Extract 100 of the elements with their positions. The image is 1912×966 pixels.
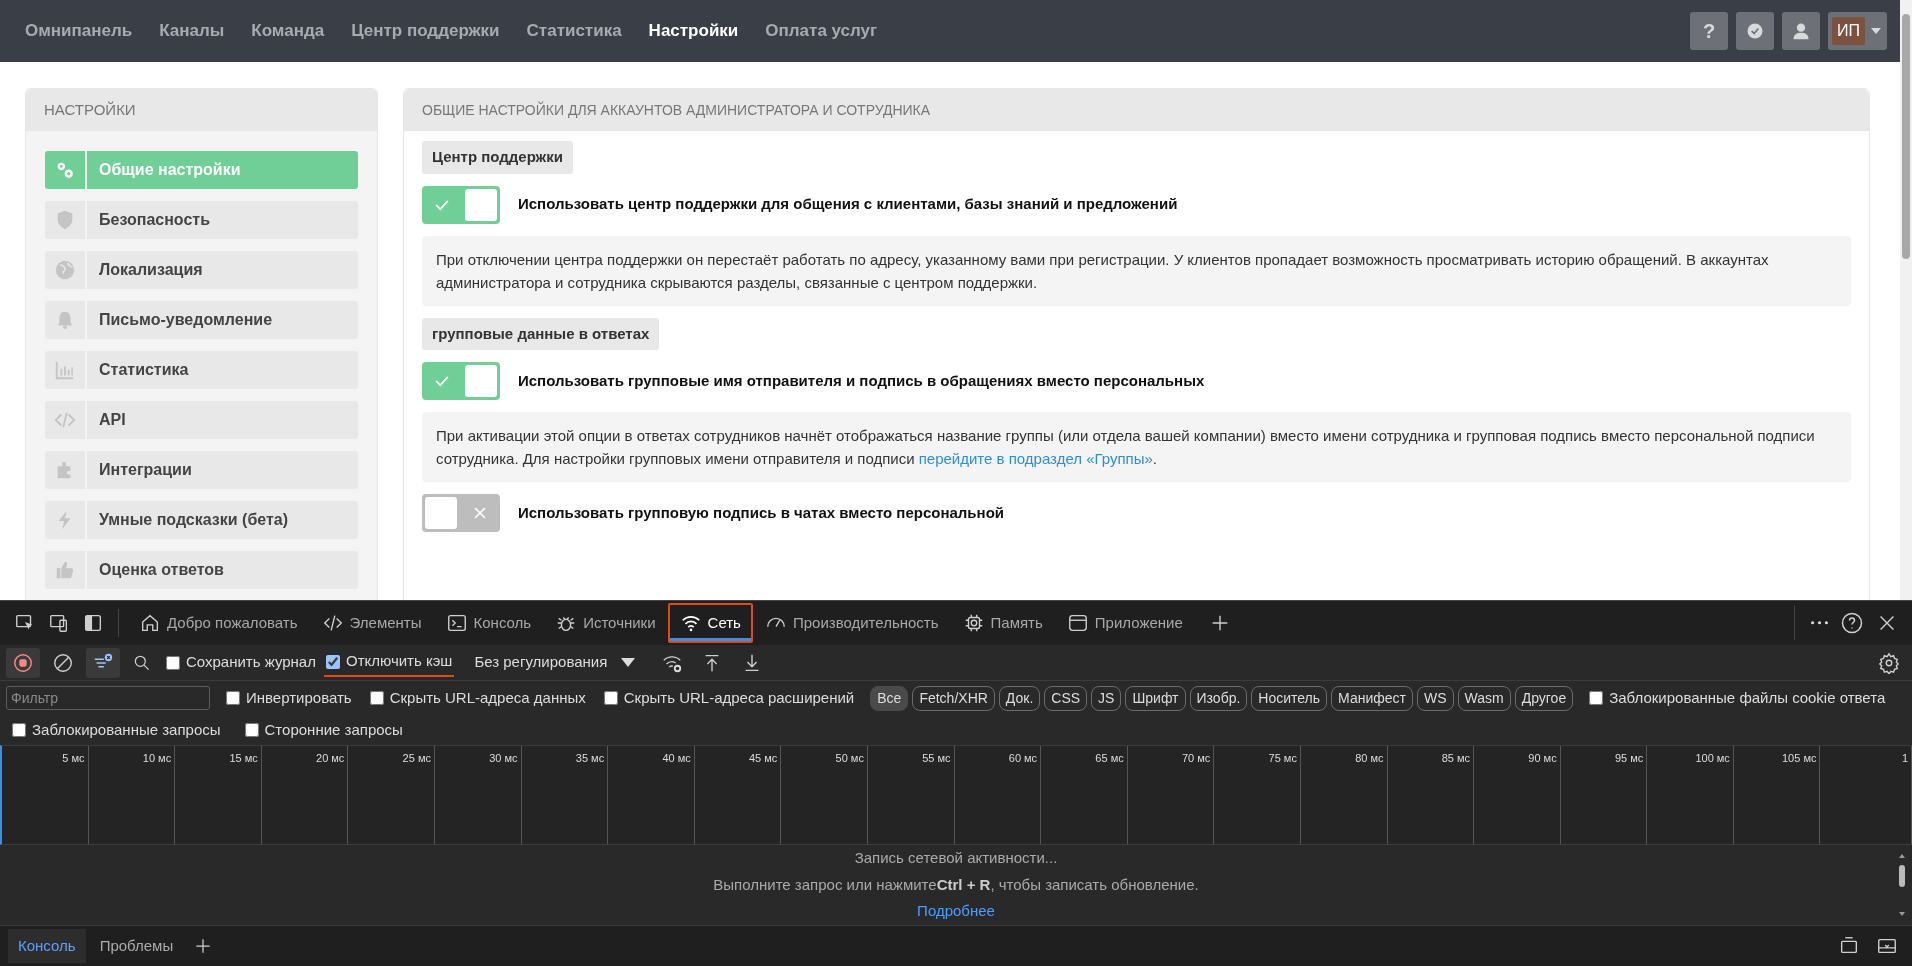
devtools-tab[interactable]: Сеть <box>667 603 753 643</box>
tick-label: 55 мс <box>922 751 951 766</box>
user-icon <box>1791 21 1811 41</box>
devtools-tab[interactable]: Память <box>950 603 1055 643</box>
tick-label: 50 мс <box>835 751 864 766</box>
help-icon <box>1840 611 1864 635</box>
type-filter[interactable]: Изобр. <box>1189 685 1248 711</box>
nav-link[interactable]: Каналы <box>159 18 225 44</box>
checkbox[interactable] <box>12 723 26 737</box>
checkbox[interactable] <box>226 691 240 705</box>
type-filter[interactable]: WS <box>1416 685 1454 711</box>
checkbox[interactable] <box>1589 691 1604 705</box>
tick-label: 45 мс <box>749 751 778 766</box>
checkbox[interactable] <box>325 654 340 669</box>
checkbox[interactable] <box>166 655 180 670</box>
type-filter[interactable]: CSS <box>1044 685 1088 711</box>
toggle-label: Использовать групповые имя отправителя и подпись в обращениях вместо персональных <box>518 370 1205 391</box>
more-icon <box>1811 621 1828 625</box>
section-label: Центр поддержки <box>422 141 573 174</box>
nav-link[interactable]: Статистика <box>526 18 622 44</box>
type-filter[interactable]: Носитель <box>1251 685 1328 711</box>
tick-label: 40 мс <box>662 751 691 766</box>
caret-icon <box>621 658 636 667</box>
devtools-tab[interactable]: Источники <box>543 603 668 643</box>
devtools-tab[interactable]: Добро пожаловать <box>127 603 310 643</box>
section-label: групповые данные в ответах <box>422 317 660 350</box>
profile-button[interactable] <box>1782 12 1820 50</box>
panel-title: ОБЩИЕ НАСТРОЙКИ ДЛЯ АККАУНТОВ АДМИНИСТРАТОРА И СОТРУДНИКА <box>404 89 1869 131</box>
scrollbar[interactable] <box>1900 0 1912 600</box>
type-filter[interactable]: Fetch/XHR <box>912 685 995 711</box>
checkbox[interactable] <box>244 723 259 737</box>
checkbox-label: Сторонние запросы <box>264 719 403 740</box>
filter-toggle-button[interactable] <box>86 647 120 678</box>
throttling-dropdown[interactable]: Без регулирования <box>468 647 642 678</box>
type-filter[interactable]: Другое <box>1514 685 1574 711</box>
nav-link[interactable]: Омнипанель <box>25 18 133 44</box>
tick-label: 10 мс <box>142 751 172 766</box>
toggle-switch[interactable] <box>422 494 500 532</box>
nav-link[interactable]: Центр поддержки <box>351 18 500 44</box>
checkbox-label: Скрыть URL-адреса данных <box>389 687 586 708</box>
hint-text: Выполните запрос или нажмитеCtrl + R, чтобы записать обновление. <box>713 874 1199 895</box>
toggle-switch[interactable] <box>422 185 500 224</box>
tick-label: 95 мс <box>1614 751 1644 766</box>
nav-link[interactable]: Оплата услуг <box>765 18 878 44</box>
verified-button[interactable] <box>1736 12 1774 50</box>
toggle-label: Использовать центр поддержки для общения с клиентами, базы знаний и предложений <box>518 194 1178 215</box>
console-icon <box>445 612 468 634</box>
record-icon <box>12 651 34 674</box>
checkbox-label: Скрыть URL-адреса расширений <box>623 687 855 708</box>
devtools-tab[interactable]: Приложение <box>1054 603 1195 643</box>
devtools-tab[interactable]: Консоль <box>433 603 544 643</box>
checkbox-label: Отключить кэш <box>345 651 453 672</box>
checkbox-label: Инвертировать <box>246 687 352 708</box>
account-menu-button[interactable]: ИП <box>1828 12 1887 50</box>
learn-more-link[interactable]: Подробнее <box>917 900 995 923</box>
tick-label: 5 мс <box>62 751 85 766</box>
tick-label: 35 мс <box>575 751 605 766</box>
toggle-label: Использовать групповую подпись в чатах вместо персональной <box>518 502 1005 523</box>
type-filter[interactable]: Док. <box>998 685 1041 711</box>
type-filter[interactable]: Манифест <box>1331 685 1413 711</box>
tick-label: 90 мс <box>1528 751 1557 766</box>
tick-label: 65 мс <box>1095 751 1124 766</box>
badge-check-icon <box>1745 21 1765 41</box>
checkbox-label: Заблокированные запросы <box>32 719 221 740</box>
record-button[interactable] <box>6 647 40 678</box>
tick-label: 25 мс <box>402 751 431 766</box>
tick-label: 30 мс <box>489 751 518 766</box>
toggle-switch[interactable] <box>422 362 500 400</box>
type-filter[interactable]: Все <box>870 685 909 711</box>
type-filter[interactable]: Шрифт <box>1125 685 1186 711</box>
tick-label: 1 <box>1901 751 1908 766</box>
filter-field[interactable]: Фильтр <box>6 686 210 710</box>
info-text: При активации этой опции в ответах сотрудников начнёт отображаться название группы (или отдела вашей компании) вместо имени сотрудника и групповая подпись вместо персональной подписи сотрудника. Для настройки групповых имени отправителя и подписи перейдите в подраздел «Группы». <box>422 412 1851 482</box>
tick-label: 20 мс <box>316 751 345 766</box>
tick-label: 15 мс <box>229 751 258 766</box>
tick-label: 75 мс <box>1268 751 1297 766</box>
home-icon <box>139 612 161 634</box>
caret-icon <box>1871 28 1881 34</box>
tick-label: 70 мс <box>1181 751 1211 766</box>
drawer-tab[interactable]: Консоль <box>8 928 86 964</box>
block-icon <box>52 651 74 674</box>
devtools-tab[interactable]: Элементы <box>309 603 434 643</box>
tick-label: 85 мс <box>1441 751 1471 766</box>
checkbox[interactable] <box>369 691 384 705</box>
tick-label: 80 мс <box>1355 751 1384 766</box>
status-text: Запись сетевой активности... <box>854 848 1058 869</box>
checkbox[interactable] <box>603 691 618 705</box>
scrollbar[interactable] <box>1898 853 1906 917</box>
info-text: При отключении центра поддержки он перестаёт работать по адресу, указанному вами при регистрации. У клиентов пропадает возможность просматривать историю обращений. В аккаунтах администратора и сотрудника скрываются разделы, связанные с центром поддержки. <box>422 235 1851 306</box>
type-filter[interactable]: JS <box>1091 685 1122 711</box>
panel-title: НАСТРОЙКИ <box>26 89 377 131</box>
drawer-tab[interactable]: Проблемы <box>89 928 184 964</box>
tick-label: 105 мс <box>1782 751 1817 766</box>
nav-link[interactable]: Команда <box>251 18 325 44</box>
devtools-tab[interactable]: Производительность <box>752 603 951 643</box>
thumbs-up-icon <box>54 559 76 581</box>
type-filter[interactable]: Wasm <box>1457 685 1511 711</box>
devices-icon <box>48 612 70 634</box>
nav-link[interactable]: Настройки <box>648 18 739 44</box>
tick-label: 60 мс <box>1008 751 1038 766</box>
